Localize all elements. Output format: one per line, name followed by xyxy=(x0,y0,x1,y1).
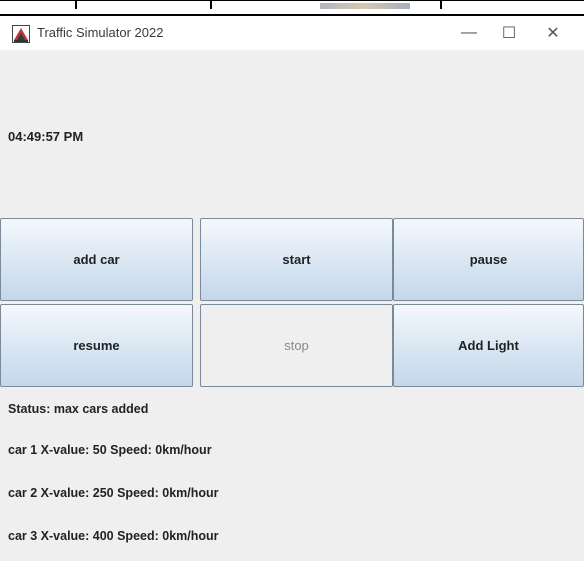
resume-button[interactable]: resume xyxy=(0,304,193,387)
strip-thumbnail xyxy=(320,3,410,9)
add-light-button[interactable]: Add Light xyxy=(393,304,584,387)
title-bar[interactable]: Traffic Simulator 2022 — ☐ ✕ xyxy=(0,16,584,50)
window-title: Traffic Simulator 2022 xyxy=(37,25,164,40)
maximize-button[interactable]: ☐ xyxy=(486,16,532,50)
app-window: Traffic Simulator 2022 — ☐ ✕ 04:49:57 PM… xyxy=(0,16,584,561)
close-button[interactable]: ✕ xyxy=(530,16,576,50)
car-2-info: car 2 X-value: 250 Speed: 0km/hour xyxy=(8,486,219,500)
strip-divider xyxy=(75,1,77,9)
car-1-info: car 1 X-value: 50 Speed: 0km/hour xyxy=(8,443,212,457)
status-label: Status: max cars added xyxy=(8,402,149,416)
control-button-grid: add car start pause resume stop Add Ligh… xyxy=(0,218,584,388)
desktop-top-strip xyxy=(0,0,584,16)
stop-button[interactable]: stop xyxy=(200,304,393,387)
pause-button[interactable]: pause xyxy=(393,218,584,301)
clock-label: 04:49:57 PM xyxy=(8,129,84,144)
strip-divider xyxy=(210,1,212,9)
java-app-icon xyxy=(12,25,30,43)
car-3-info: car 3 X-value: 400 Speed: 0km/hour xyxy=(8,529,219,543)
strip-divider xyxy=(440,1,442,9)
start-button[interactable]: start xyxy=(200,218,393,301)
add-car-button[interactable]: add car xyxy=(0,218,193,301)
